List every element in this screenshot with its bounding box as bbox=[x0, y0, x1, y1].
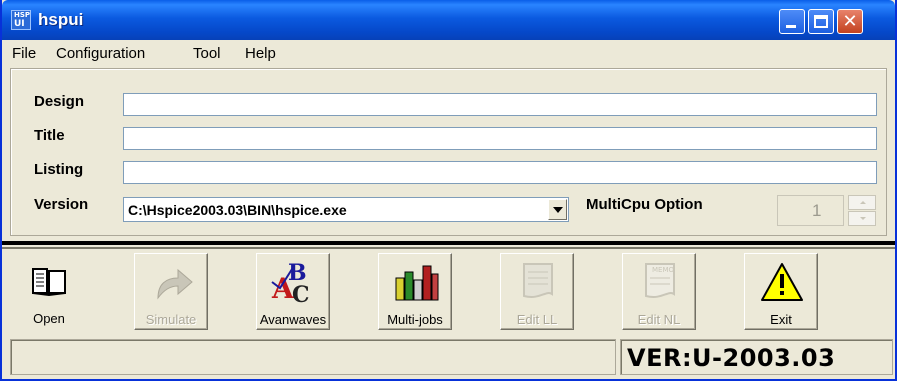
version-label: Version bbox=[34, 196, 89, 213]
separator-shadow bbox=[2, 247, 895, 249]
spin-up-button[interactable] bbox=[848, 195, 876, 210]
multicpu-spinner bbox=[848, 195, 876, 226]
exit-label: Exit bbox=[770, 312, 792, 327]
close-button[interactable]: ✕ bbox=[837, 9, 863, 34]
title-input[interactable] bbox=[123, 127, 877, 150]
listing-input[interactable] bbox=[123, 161, 877, 184]
memo-icon-text: MEMO bbox=[652, 266, 675, 274]
minimize-icon bbox=[786, 25, 796, 28]
minimize-button[interactable] bbox=[779, 9, 805, 34]
version-select-value: C:\Hspice2003.03\BIN\hspice.exe bbox=[128, 202, 347, 218]
edit-nl-button[interactable]: MEMO Edit NL bbox=[622, 253, 696, 330]
open-book-icon bbox=[32, 268, 66, 297]
menu-help[interactable]: Help bbox=[245, 45, 276, 62]
design-label: Design bbox=[34, 93, 85, 110]
version-select[interactable]: C:\Hspice2003.03\BIN\hspice.exe bbox=[123, 197, 569, 222]
window-title: hspui bbox=[38, 10, 84, 29]
multi-jobs-label: Multi-jobs bbox=[387, 312, 443, 327]
chevron-down-icon bbox=[860, 217, 866, 220]
abc-spellcheck-icon: A B C bbox=[271, 260, 310, 306]
separator bbox=[2, 241, 895, 245]
menu-bar: File Configuration Tool Help bbox=[2, 40, 895, 66]
toolbar: Open Simulate A B C Avanwaves Multi-jobs… bbox=[10, 253, 887, 333]
avanwaves-button[interactable]: A B C Avanwaves bbox=[256, 253, 330, 330]
menu-tool[interactable]: Tool bbox=[193, 45, 221, 62]
open-label: Open bbox=[33, 311, 65, 326]
status-bar-message bbox=[10, 339, 616, 375]
version-dropdown-button[interactable] bbox=[548, 199, 567, 220]
status-bar-version: VER:U-2003.03 bbox=[620, 339, 893, 375]
multicpu-value: 1 bbox=[812, 201, 822, 220]
app-icon-text-top: HSP bbox=[14, 11, 31, 19]
listing-label: Listing bbox=[34, 161, 84, 178]
version-text: VER:U-2003.03 bbox=[627, 344, 836, 372]
multi-jobs-button[interactable]: Multi-jobs bbox=[378, 253, 452, 330]
title-bar[interactable]: HSP UI hspui ✕ bbox=[2, 0, 895, 40]
chevron-down-icon bbox=[553, 207, 563, 213]
multicpu-input[interactable]: 1 bbox=[777, 195, 844, 226]
warning-icon bbox=[761, 263, 803, 301]
title-label: Title bbox=[34, 127, 65, 144]
menu-file[interactable]: File bbox=[12, 45, 36, 62]
spin-down-button[interactable] bbox=[848, 211, 876, 226]
simulate-label: Simulate bbox=[145, 312, 197, 327]
memo-icon: MEMO bbox=[645, 263, 675, 298]
edit-nl-label: Edit NL bbox=[637, 312, 681, 327]
chevron-up-icon bbox=[860, 201, 866, 204]
close-icon: ✕ bbox=[842, 11, 858, 32]
maximize-icon bbox=[814, 15, 828, 28]
app-window: HSP UI hspui ✕ File Configuration Tool H… bbox=[0, 0, 897, 381]
open-button[interactable]: Open bbox=[12, 253, 86, 330]
maximize-button[interactable] bbox=[808, 9, 834, 34]
hspui-app-icon[interactable]: HSP UI bbox=[11, 10, 31, 30]
exit-button[interactable]: Exit bbox=[744, 253, 818, 330]
bottles-icon bbox=[395, 265, 439, 301]
menu-configuration[interactable]: Configuration bbox=[56, 45, 145, 62]
multicpu-label: MultiCpu Option bbox=[586, 196, 703, 213]
svg-text:C: C bbox=[292, 282, 310, 306]
edit-ll-label: Edit LL bbox=[516, 312, 558, 327]
document-icon bbox=[523, 263, 553, 298]
design-input[interactable] bbox=[123, 93, 877, 116]
edit-ll-button[interactable]: Edit LL bbox=[500, 253, 574, 330]
avanwaves-label: Avanwaves bbox=[259, 312, 327, 327]
app-icon-text-bottom: UI bbox=[14, 19, 25, 29]
arrow-icon bbox=[157, 268, 193, 300]
simulate-button[interactable]: Simulate bbox=[134, 253, 208, 330]
